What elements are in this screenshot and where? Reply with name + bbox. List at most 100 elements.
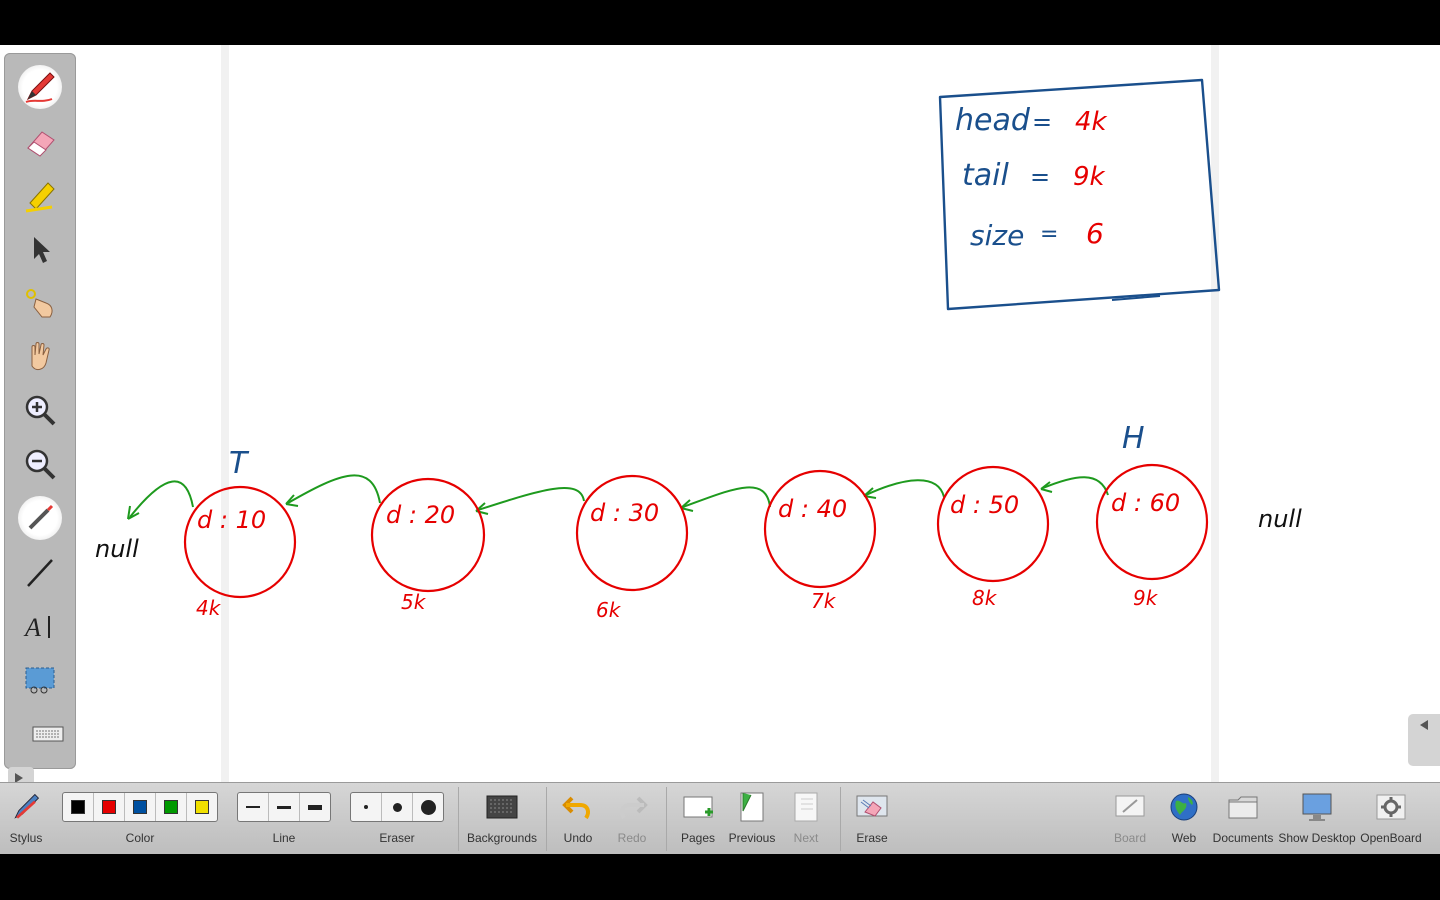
redo-icon bbox=[620, 796, 648, 820]
capture-tool[interactable] bbox=[18, 658, 62, 702]
line-medium-icon bbox=[277, 805, 291, 809]
eraser-small-icon bbox=[364, 805, 368, 809]
selector-tool[interactable] bbox=[18, 227, 62, 271]
stylus-icon bbox=[14, 793, 40, 819]
pages-button[interactable]: Pages bbox=[676, 783, 720, 855]
redo-label: Redo bbox=[617, 831, 647, 845]
text-icon: A bbox=[23, 613, 50, 642]
info-head-label: head bbox=[955, 103, 1031, 138]
selector-icon bbox=[34, 237, 50, 263]
stylus-label: Stylus bbox=[9, 831, 43, 845]
text-tool[interactable]: A bbox=[18, 604, 62, 648]
pen-tool[interactable] bbox=[18, 65, 62, 109]
line-icon bbox=[27, 559, 53, 587]
info-size-eq: = bbox=[1040, 222, 1058, 247]
undo-button[interactable]: Undo bbox=[556, 783, 600, 855]
line-width-picker bbox=[237, 792, 331, 822]
eraser-large-icon bbox=[420, 799, 436, 815]
web-button[interactable]: Web bbox=[1162, 783, 1206, 855]
node-6-data: d : 60 bbox=[1111, 489, 1180, 517]
board-button[interactable]: Board bbox=[1108, 783, 1152, 855]
eraser-large-option[interactable] bbox=[413, 793, 443, 821]
whiteboard-canvas[interactable]: head = 4k tail = 9k size = 6 T H null nu… bbox=[0, 45, 1440, 782]
highlighter-tool[interactable] bbox=[18, 173, 62, 217]
info-tail-eq: = bbox=[1030, 163, 1050, 191]
previous-page-button[interactable]: Previous bbox=[728, 783, 776, 855]
node-5: d : 50 8k bbox=[936, 465, 1050, 610]
openboard-menu-button[interactable]: OpenBoard bbox=[1360, 783, 1422, 855]
line-thin-icon bbox=[246, 806, 260, 808]
node-5-addr: 8k bbox=[972, 586, 998, 610]
toolbar-separator bbox=[666, 787, 667, 851]
redo-button[interactable]: Redo bbox=[610, 783, 654, 855]
library-panel-toggle[interactable] bbox=[1408, 714, 1440, 766]
stylus-button[interactable]: Stylus bbox=[4, 783, 48, 855]
backgrounds-icon bbox=[486, 795, 518, 819]
node-6-addr: 9k bbox=[1133, 586, 1159, 610]
eraser-tool[interactable] bbox=[18, 120, 62, 164]
eraser-icon bbox=[27, 131, 55, 157]
null-right: null bbox=[1258, 505, 1302, 533]
erase-button[interactable]: Erase bbox=[850, 783, 894, 855]
folder-icon bbox=[1228, 796, 1258, 819]
head-marker: H bbox=[1122, 421, 1145, 456]
color-red-swatch[interactable] bbox=[94, 793, 125, 821]
line-thick-option[interactable] bbox=[300, 793, 330, 821]
erase-icon bbox=[856, 795, 888, 817]
node-4-data: d : 40 bbox=[778, 495, 847, 523]
toolbar-separator bbox=[546, 787, 547, 851]
stylus-palette: A bbox=[4, 53, 76, 817]
zoom-in-icon bbox=[25, 395, 56, 426]
color-black-swatch[interactable] bbox=[63, 793, 94, 821]
gear-icon bbox=[1376, 794, 1406, 820]
node-3-addr: 6k bbox=[596, 598, 622, 622]
line-medium-option[interactable] bbox=[269, 793, 300, 821]
pages-icon bbox=[683, 796, 713, 818]
color-label: Color bbox=[125, 831, 155, 845]
interactor-tool[interactable] bbox=[18, 281, 62, 325]
line-thin-option[interactable] bbox=[238, 793, 269, 821]
line-tool[interactable] bbox=[18, 550, 62, 594]
swatch-green bbox=[164, 800, 178, 814]
info-size-value: 6 bbox=[1086, 217, 1104, 250]
zoom-in-tool[interactable] bbox=[18, 388, 62, 432]
info-tail-label: tail bbox=[962, 158, 1009, 193]
documents-button[interactable]: Documents bbox=[1212, 783, 1274, 855]
node-3-data: d : 30 bbox=[590, 499, 659, 527]
node-1-data: d : 10 bbox=[197, 506, 266, 534]
toolbar-separator bbox=[458, 787, 459, 851]
eraser-medium-option[interactable] bbox=[382, 793, 413, 821]
backgrounds-label: Backgrounds bbox=[466, 831, 538, 845]
next-page-button[interactable]: Next bbox=[784, 783, 828, 855]
line-label: Line bbox=[272, 831, 296, 845]
eraser-medium-icon bbox=[392, 802, 402, 812]
info-head-value: 4k bbox=[1075, 107, 1108, 137]
info-box: head = 4k tail = 9k size = 6 bbox=[938, 78, 1221, 311]
laser-pointer-tool[interactable] bbox=[18, 496, 62, 540]
node-1-addr: 4k bbox=[196, 596, 222, 620]
node-6: d : 60 9k bbox=[1095, 463, 1209, 610]
node-3: d : 30 6k bbox=[575, 474, 689, 622]
color-yellow-swatch[interactable] bbox=[187, 793, 217, 821]
line-thick-icon bbox=[308, 804, 322, 810]
info-size-label: size bbox=[970, 219, 1024, 252]
previous-page-icon bbox=[740, 792, 764, 822]
keyboard-tool[interactable] bbox=[26, 712, 70, 756]
pages-label: Pages bbox=[680, 831, 716, 845]
color-green-swatch[interactable] bbox=[156, 793, 187, 821]
backgrounds-button[interactable]: Backgrounds bbox=[466, 783, 538, 855]
node-2: d : 20 5k bbox=[370, 477, 486, 614]
eraser-size-group: Eraser bbox=[350, 783, 444, 855]
board-label: Board bbox=[1113, 831, 1147, 845]
capture-icon bbox=[25, 667, 55, 694]
show-desktop-button[interactable]: Show Desktop bbox=[1278, 783, 1356, 855]
undo-label: Undo bbox=[563, 831, 593, 845]
zoom-out-tool[interactable] bbox=[18, 442, 62, 486]
eraser-small-option[interactable] bbox=[351, 793, 382, 821]
collapse-arrow-icon bbox=[1420, 720, 1428, 730]
color-blue-swatch[interactable] bbox=[125, 793, 156, 821]
toolbar-separator bbox=[840, 787, 841, 851]
hand-tool[interactable] bbox=[18, 335, 62, 379]
documents-label: Documents bbox=[1212, 831, 1274, 845]
globe-icon bbox=[1170, 793, 1198, 821]
